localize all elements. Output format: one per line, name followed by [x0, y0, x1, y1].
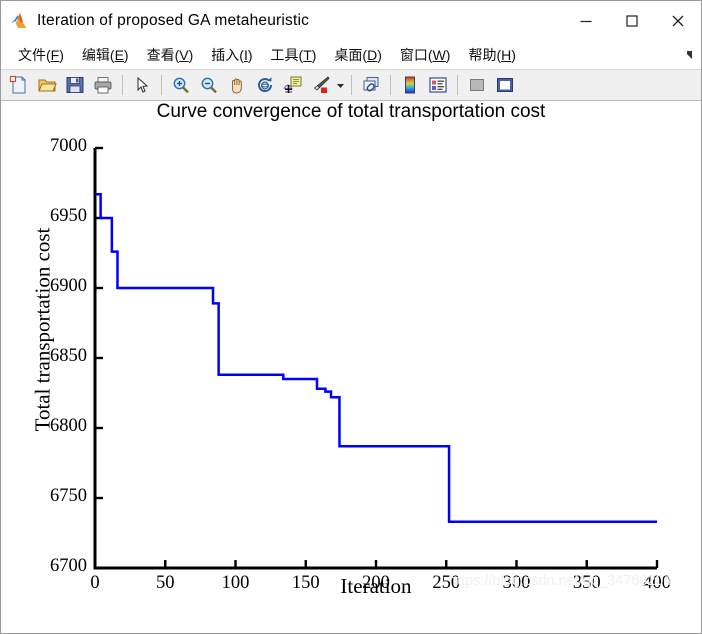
menu-mnemonic-file: F [50, 47, 60, 63]
toolbar-separator [390, 75, 391, 95]
menu-label-insert: 插入 [211, 47, 240, 63]
menu-item-file[interactable]: 文件(F) [9, 43, 73, 67]
matlab-figure-window: Iteration of proposed GA metaheuristic 文… [0, 0, 702, 634]
toolbar-separator [122, 75, 123, 95]
menu-mnemonic-edit: E [114, 47, 124, 63]
toolbar-separator [351, 75, 352, 95]
chevron-down-icon[interactable] [335, 71, 346, 99]
menu-mnemonic-view: V [179, 47, 189, 63]
menu-item-insert[interactable]: 插入(I) [202, 43, 261, 67]
menu-label-tools: 工具 [270, 47, 299, 63]
menu-label-desktop: 桌面 [334, 47, 363, 63]
menu-mnemonic-tools: T [303, 47, 312, 63]
menu-item-desktop[interactable]: 桌面(D) [325, 43, 390, 67]
pan-hand-icon[interactable] [223, 71, 251, 99]
hide-plot-tools-icon[interactable] [463, 71, 491, 99]
save-figure-icon[interactable] [61, 71, 89, 99]
figure-toolbar [1, 69, 701, 101]
toolbar-separator [161, 75, 162, 95]
rotate-3d-icon[interactable] [251, 71, 279, 99]
data-cursor-icon[interactable] [279, 71, 307, 99]
maximize-icon[interactable] [609, 1, 655, 41]
legend-icon[interactable] [424, 71, 452, 99]
menu-item-help[interactable]: 帮助(H) [459, 43, 524, 67]
menu-mnemonic-help: H [501, 47, 512, 63]
menu-mnemonic-desktop: D [367, 47, 378, 63]
menu-label-edit: 编辑 [81, 47, 110, 63]
menu-label-view: 查看 [146, 47, 175, 63]
toolbar-separator [457, 75, 458, 95]
open-file-icon[interactable] [33, 71, 61, 99]
menu-mnemonic-window: W [432, 47, 446, 63]
overflow-arrow-icon[interactable] [681, 48, 695, 62]
convergence-plot[interactable] [1, 101, 701, 634]
print-figure-icon[interactable] [89, 71, 117, 99]
menu-bar: 文件(F) 编辑(E) 查看(V) 插入(I) 工具(T) 桌面(D) 窗口(W… [1, 41, 701, 69]
menu-label-window: 窗口 [399, 47, 428, 63]
minimize-icon[interactable] [563, 1, 609, 41]
new-figure-icon[interactable] [5, 71, 33, 99]
window-controls [563, 1, 701, 41]
colorbar-icon[interactable] [396, 71, 424, 99]
menu-mnemonic-insert: I [243, 47, 248, 63]
link-plot-icon[interactable] [357, 71, 385, 99]
zoom-in-icon[interactable] [167, 71, 195, 99]
menu-item-view[interactable]: 查看(V) [138, 43, 203, 67]
zoom-out-icon[interactable] [195, 71, 223, 99]
show-plot-tools-icon[interactable] [491, 71, 519, 99]
matlab-membrane-icon [9, 11, 29, 31]
menu-item-window[interactable]: 窗口(W) [391, 43, 460, 67]
brush-data-icon[interactable] [307, 71, 335, 99]
menu-label-file: 文件 [18, 47, 46, 63]
close-icon[interactable] [655, 1, 701, 41]
figure-canvas: Curve convergence of total transportatio… [1, 101, 701, 634]
menu-item-edit[interactable]: 编辑(E) [73, 43, 138, 67]
window-title: Iteration of proposed GA metaheuristic [37, 12, 310, 29]
pointer-select-icon[interactable] [128, 71, 156, 99]
menu-label-help: 帮助 [468, 47, 497, 63]
menu-item-tools[interactable]: 工具(T) [262, 43, 326, 67]
title-bar: Iteration of proposed GA metaheuristic [1, 1, 701, 41]
